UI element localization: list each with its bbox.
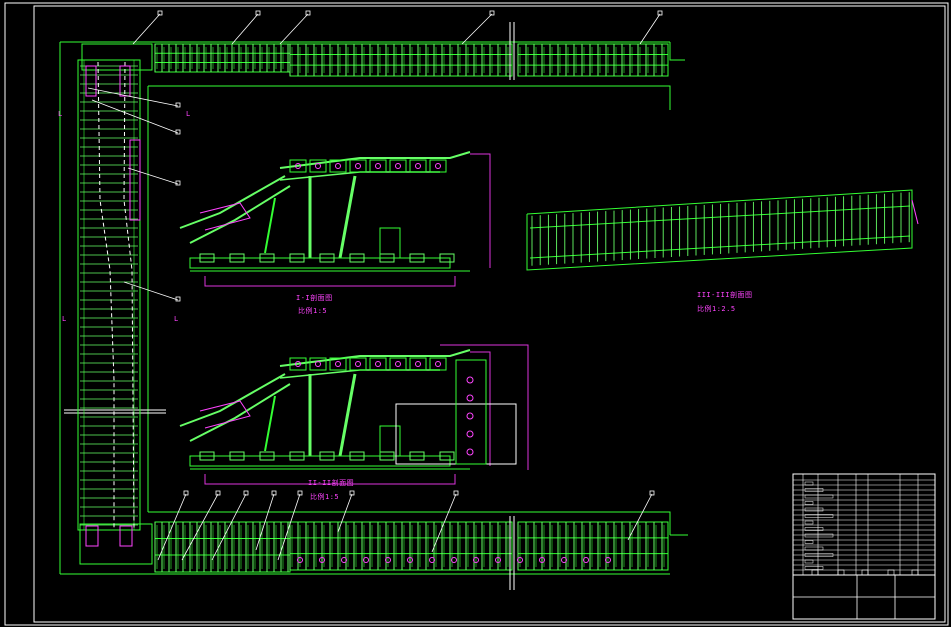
section-1-scale: 比例1:5	[298, 307, 328, 315]
cad-drawing-canvas	[0, 0, 951, 627]
section-2-title: II-II剖面图	[308, 479, 355, 487]
side-mark-right-mid: L	[174, 315, 179, 323]
side-mark-right-top: L	[186, 110, 191, 118]
section-2-scale: 比例1:5	[310, 493, 340, 501]
side-mark-left-top: L	[58, 110, 63, 118]
section-3-title: III-III剖面图	[697, 291, 753, 299]
section-1-title: I-I剖面图	[296, 294, 333, 302]
section-3-scale: 比例1:2.5	[697, 305, 736, 313]
side-mark-left-mid: L	[62, 315, 67, 323]
